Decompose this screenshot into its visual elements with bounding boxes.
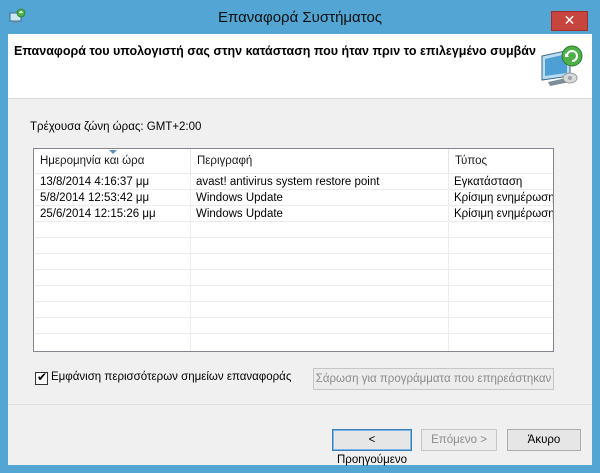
timezone-label: Τρέχουσα ζώνη ώρας: GMT+2:00 [30, 121, 202, 133]
row-description: Windows Update [196, 192, 283, 204]
row-type: Εγκατάσταση [454, 176, 523, 188]
grid-line [34, 253, 553, 254]
grid-line [34, 333, 553, 334]
checkmark-icon: ✔ [37, 370, 48, 384]
show-more-checkbox[interactable]: ✔ [35, 370, 48, 385]
grid-line [34, 237, 553, 238]
cancel-button[interactable]: Άκυρο [507, 429, 581, 451]
row-date: 25/6/2014 12:15:26 μμ [40, 208, 156, 220]
next-button[interactable]: Επόμενο > [421, 429, 497, 451]
window-title: Επαναφορά Συστήματος [217, 9, 383, 26]
computer-restore-icon [536, 42, 586, 90]
row-date: 5/8/2014 12:53:42 μμ [40, 192, 150, 204]
table-row[interactable]: 13/8/2014 4:16:37 μμ avast! antivirus sy… [34, 174, 553, 190]
list-header: Ημερομηνία και ώρα Περιγραφή Τύπος [34, 149, 553, 173]
divider [8, 404, 592, 405]
table-row[interactable]: 5/8/2014 12:53:42 μμ Windows Update Κρίσ… [34, 190, 553, 206]
column-header-date[interactable]: Ημερομηνία και ώρα [34, 149, 190, 173]
row-date: 13/8/2014 4:16:37 μμ [40, 176, 150, 188]
show-more-label[interactable]: Εμφάνιση περισσότερων σημείων επαναφοράς [51, 371, 291, 383]
row-type: Κρίσιμη ενημέρωση [454, 208, 554, 220]
back-button[interactable]: < Προηγούμενο [332, 429, 412, 466]
column-label-type: Τύπος [455, 155, 488, 167]
grid-line [34, 285, 553, 286]
sort-arrow-icon [109, 150, 117, 154]
column-label-date: Ημερομηνία και ώρα [40, 155, 145, 167]
column-header-type[interactable]: Τύπος [448, 149, 553, 173]
restore-points-list[interactable]: Ημερομηνία και ώρα Περιγραφή Τύπος 13/8/… [33, 148, 554, 352]
column-header-description[interactable]: Περιγραφή [190, 149, 448, 173]
table-row[interactable]: 25/6/2014 12:15:26 μμ Windows Update Κρί… [34, 206, 553, 222]
dialog-client-area: Επαναφορά του υπολογιστή σας στην κατάστ… [8, 34, 592, 466]
scan-affected-programs-button[interactable]: Σάρωση για προγράμματα που επηρεάστηκαν [313, 368, 554, 390]
column-label-description: Περιγραφή [197, 155, 253, 167]
header-title: Επαναφορά του υπολογιστή σας στην κατάστ… [14, 44, 536, 58]
close-button[interactable]: ✕ [551, 11, 588, 31]
grid-line [34, 269, 553, 270]
grid-line [34, 317, 553, 318]
row-description: avast! antivirus system restore point [196, 176, 380, 188]
row-type: Κρίσιμη ενημέρωση [454, 192, 554, 204]
grid-line [34, 301, 553, 302]
close-icon: ✕ [563, 13, 576, 29]
dialog-header: Επαναφορά του υπολογιστή σας στην κατάστ… [8, 34, 592, 99]
row-description: Windows Update [196, 208, 283, 220]
title-bar[interactable]: Επαναφορά Συστήματος ✕ [0, 0, 600, 34]
system-restore-window: Επαναφορά Συστήματος ✕ Επαναφορά του υπο… [0, 0, 600, 473]
